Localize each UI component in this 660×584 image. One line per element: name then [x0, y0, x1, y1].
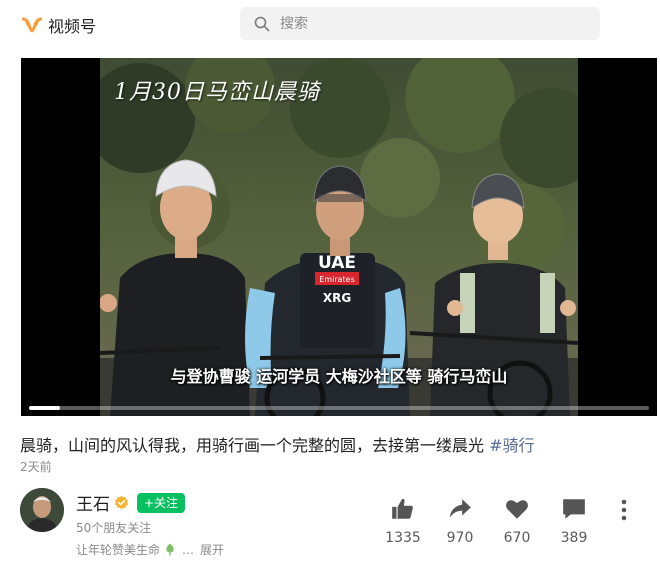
- share-button[interactable]: 970: [435, 496, 485, 546]
- comment-button[interactable]: 389: [549, 496, 599, 546]
- avatar-image: [20, 488, 64, 532]
- caption-text: 晨骑，山间的风认得我，用骑行画一个完整的圆，去接第一缕晨光: [20, 436, 490, 455]
- favorite-count: 670: [503, 530, 531, 546]
- post-time: 2天前: [20, 460, 52, 474]
- friends-following: 50个朋友关注: [76, 521, 152, 535]
- more-options-icon[interactable]: [614, 498, 634, 522]
- jersey-brand: XRG: [323, 291, 351, 305]
- favorite-button[interactable]: 670: [492, 496, 542, 546]
- jersey-sponsor: Emirates: [319, 275, 355, 284]
- top-bar: 视频号: [0, 0, 660, 50]
- like-button[interactable]: 1335: [378, 496, 428, 546]
- heart-icon: [506, 500, 528, 519]
- action-bar: 1335 970 670 389: [376, 496, 646, 556]
- thumbs-up-icon: [392, 498, 413, 519]
- video-overlay-title: 1月30日马峦山晨骑: [114, 80, 320, 105]
- search-bar[interactable]: [240, 7, 600, 40]
- video-subtitle: 与登协曹骏 运河学员 大梅沙社区等 骑行马峦山: [170, 367, 508, 386]
- app-name: 视频号: [48, 17, 97, 36]
- video-progress-bar[interactable]: [29, 406, 649, 410]
- hashtag-link[interactable]: #骑行: [489, 436, 534, 455]
- avatar[interactable]: [20, 488, 64, 532]
- search-input[interactable]: [280, 15, 580, 32]
- share-count: 970: [446, 530, 474, 546]
- bio-separator: …: [182, 542, 195, 557]
- follow-button[interactable]: +关注: [137, 492, 186, 513]
- verified-badge-icon: [114, 495, 129, 510]
- comment-icon: [563, 499, 585, 519]
- app-logo[interactable]: 视频号: [22, 13, 96, 37]
- profile-bio: 让年轮赞美生命 … 展开: [76, 541, 224, 558]
- video-frame: UAE Emirates XRG 1月30日马峦山晨骑 与登协曹骏 运河学员 大…: [100, 58, 578, 416]
- video-player[interactable]: UAE Emirates XRG 1月30日马峦山晨骑 与登协曹骏 运河学员 大…: [21, 58, 657, 416]
- share-icon: [449, 499, 471, 518]
- post-caption: 晨骑，山间的风认得我，用骑行画一个完整的圆，去接第一缕晨光 #骑行: [20, 432, 535, 456]
- search-icon: [254, 16, 270, 31]
- tree-icon: [166, 543, 174, 556]
- like-count: 1335: [385, 530, 421, 546]
- expand-button[interactable]: 展开: [200, 541, 224, 558]
- comment-count: 389: [560, 530, 588, 546]
- bio-text: 让年轮赞美生命: [76, 543, 161, 557]
- video-progress-fill: [29, 406, 60, 410]
- author-name-row: 王石 +关注: [76, 490, 186, 515]
- author-name[interactable]: 王石: [76, 490, 110, 515]
- channels-logo-icon: [22, 17, 42, 33]
